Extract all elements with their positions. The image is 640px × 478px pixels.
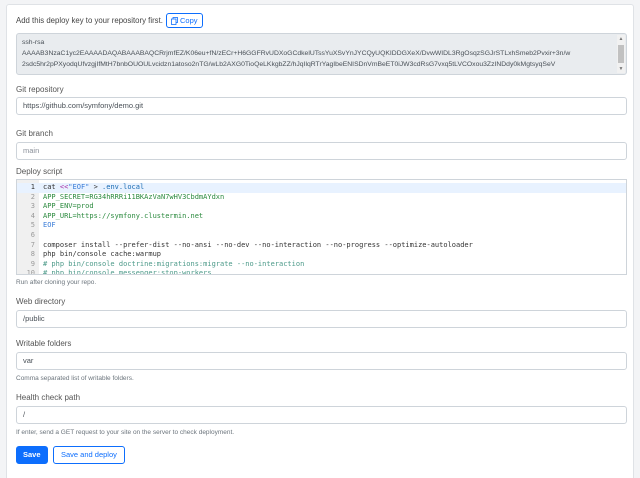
save-button[interactable]: Save bbox=[16, 446, 48, 464]
line-number: 6 bbox=[30, 231, 35, 239]
code-line[interactable]: 9 # php bin/console doctrine:migrations:m… bbox=[17, 260, 626, 270]
code-token: # php bin/console messenger:stop-workers bbox=[43, 269, 212, 275]
web-directory-input[interactable]: /public bbox=[16, 310, 627, 328]
deploy-key-line: ssh-rsa bbox=[22, 39, 45, 46]
scroll-down-icon[interactable]: ▼ bbox=[617, 65, 625, 73]
code-token: "EOF" bbox=[68, 183, 90, 191]
code-line[interactable]: 10 # php bin/console messenger:stop-worke… bbox=[17, 269, 626, 275]
save-and-deploy-button[interactable]: Save and deploy bbox=[53, 446, 125, 464]
git-branch-label: Git branch bbox=[16, 129, 53, 138]
code-line[interactable]: 4 APP_URL=https://symfony.clustermin.net bbox=[17, 212, 626, 222]
code-line[interactable]: 6 bbox=[17, 231, 626, 241]
health-check-help: If enter, send a GET request to your sit… bbox=[16, 429, 235, 436]
scrollbar-thumb[interactable] bbox=[618, 45, 624, 63]
line-number: 10 bbox=[26, 269, 35, 275]
code-token: EOF bbox=[43, 221, 56, 230]
code-line[interactable]: 7 composer install --prefer-dist --no-ans… bbox=[17, 241, 626, 251]
writable-folders-help: Comma separated list of writable folders… bbox=[16, 375, 134, 382]
code-token: php bin/console cache:warmup bbox=[43, 250, 162, 259]
git-repository-label: Git repository bbox=[16, 85, 64, 94]
health-check-input[interactable]: / bbox=[16, 406, 627, 424]
code-line[interactable]: 3 APP_ENV=prod bbox=[17, 202, 626, 212]
code-token: > bbox=[89, 183, 103, 191]
line-number: 2 bbox=[30, 192, 35, 201]
code-token: cat bbox=[43, 183, 60, 191]
deploy-script-label: Deploy script bbox=[16, 167, 63, 176]
git-branch-input[interactable]: main bbox=[16, 142, 627, 160]
deploy-key-intro: Add this deploy key to your repository f… bbox=[16, 16, 163, 25]
deploy-key-line: AAAAB3NzaC1yc2EAAAADAQABAAABAQCRrjmfEZ/K… bbox=[22, 50, 571, 57]
writable-folders-input[interactable]: var bbox=[16, 352, 627, 370]
code-line[interactable]: 1 cat <<"EOF" > .env.local bbox=[17, 183, 626, 193]
copy-icon bbox=[171, 16, 178, 25]
line-number: 9 bbox=[30, 259, 35, 268]
deploy-settings-card: Add this deploy key to your repository f… bbox=[6, 4, 634, 478]
code-token: APP_SECRET=RG34hRRRi11BKAzVaN7wHV3CbdmAY… bbox=[43, 192, 225, 201]
code-line[interactable]: 5 EOF bbox=[17, 221, 626, 231]
deploy-key-textarea[interactable]: ssh-rsa AAAAB3NzaC1yc2EAAAADAQABAAABAQCR… bbox=[16, 33, 627, 75]
code-line[interactable]: 8 php bin/console cache:warmup bbox=[17, 250, 626, 260]
writable-folders-label: Writable folders bbox=[16, 339, 72, 348]
line-number: 5 bbox=[30, 221, 35, 230]
code-token: APP_URL=https://symfony.clustermin.net bbox=[43, 211, 204, 220]
scroll-up-icon[interactable]: ▲ bbox=[617, 35, 625, 43]
line-number: 3 bbox=[30, 202, 35, 211]
code-token: composer install --prefer-dist --no-ansi… bbox=[43, 240, 473, 249]
web-directory-label: Web directory bbox=[16, 297, 66, 306]
code-token: .env.local bbox=[102, 183, 145, 191]
line-number: 1 bbox=[30, 183, 35, 191]
code-token: # php bin/console doctrine:migrations:mi… bbox=[43, 259, 305, 268]
line-number: 7 bbox=[30, 240, 35, 249]
deploy-script-help: Run after cloning your repo. bbox=[16, 279, 97, 286]
git-repository-input[interactable]: https://github.com/symfony/demo.git bbox=[16, 97, 627, 115]
deploy-script-editor[interactable]: 1 cat <<"EOF" > .env.local 2 APP_SECRET=RG3… bbox=[16, 179, 627, 275]
code-token: APP_ENV=prod bbox=[43, 202, 94, 211]
copy-label: Copy bbox=[180, 16, 198, 25]
deploy-key-line: 2sdc5hr2pPXyodqUfvzgjIfMtH7bnbOUOULvcidz… bbox=[22, 61, 556, 68]
line-number: 4 bbox=[30, 211, 35, 220]
line-number: 8 bbox=[30, 250, 35, 259]
copy-button[interactable]: Copy bbox=[166, 13, 203, 28]
code-line[interactable]: 2 APP_SECRET=RG34hRRRi11BKAzVaN7wHV3CbdmA… bbox=[17, 193, 626, 203]
deploy-key-scrollbar[interactable]: ▲ ▼ bbox=[617, 35, 625, 73]
health-check-label: Health check path bbox=[16, 393, 81, 402]
